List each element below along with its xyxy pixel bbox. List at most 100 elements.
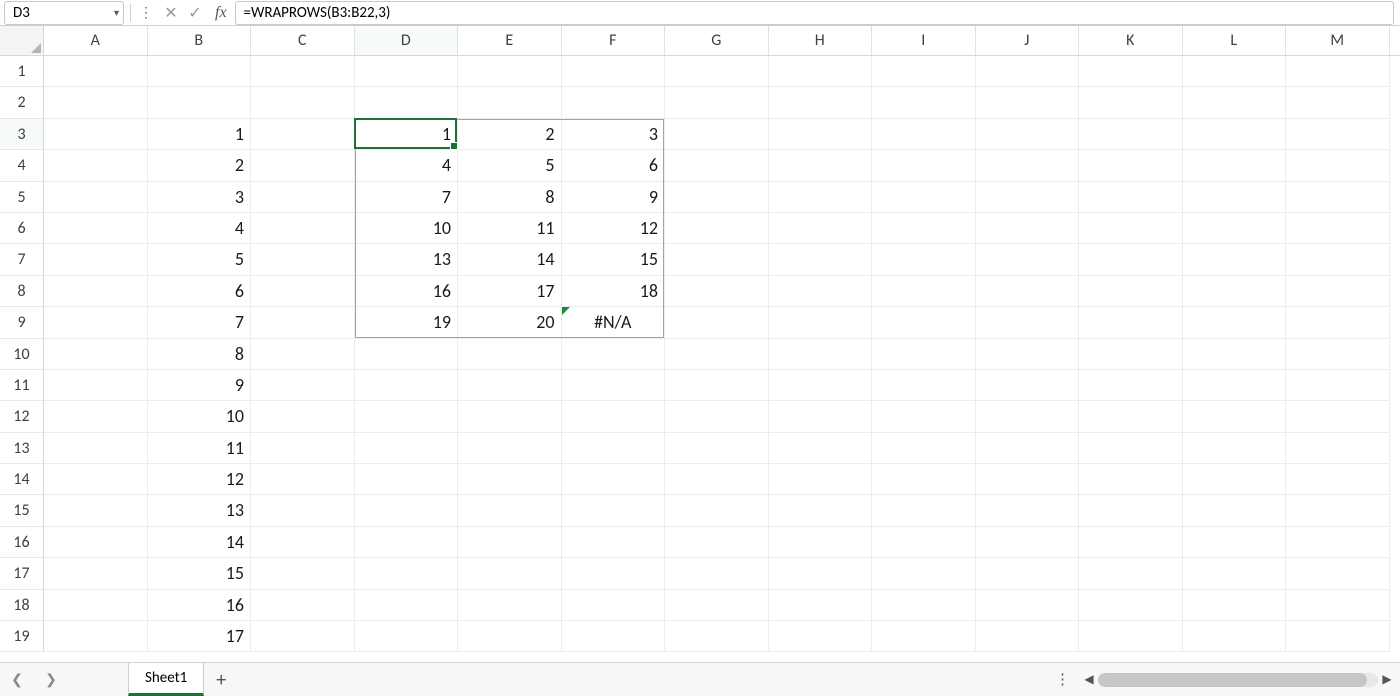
- cell[interactable]: 11: [458, 213, 562, 244]
- cell[interactable]: [665, 244, 769, 275]
- cell[interactable]: [872, 464, 976, 495]
- cell[interactable]: [976, 464, 1080, 495]
- cell[interactable]: [1079, 56, 1183, 87]
- cell[interactable]: [1286, 590, 1390, 621]
- row-header[interactable]: 14: [0, 464, 44, 495]
- cell[interactable]: [1286, 56, 1390, 87]
- cell[interactable]: [976, 621, 1080, 652]
- cell[interactable]: [769, 182, 873, 213]
- cell[interactable]: [976, 495, 1080, 526]
- cell[interactable]: 15: [148, 558, 252, 589]
- cell[interactable]: 13: [355, 244, 459, 275]
- cell[interactable]: [1079, 87, 1183, 118]
- cell[interactable]: [976, 119, 1080, 150]
- cell[interactable]: 3: [148, 182, 252, 213]
- cell[interactable]: 1: [148, 119, 252, 150]
- cell[interactable]: [1183, 464, 1287, 495]
- cell[interactable]: [251, 527, 355, 558]
- cell[interactable]: [976, 590, 1080, 621]
- cell[interactable]: [872, 276, 976, 307]
- cell[interactable]: [251, 370, 355, 401]
- cell[interactable]: 7: [355, 182, 459, 213]
- scroll-thumb[interactable]: [1098, 673, 1367, 687]
- cell[interactable]: [355, 558, 459, 589]
- cell[interactable]: [458, 621, 562, 652]
- cell[interactable]: [1286, 370, 1390, 401]
- cell[interactable]: [251, 464, 355, 495]
- cell[interactable]: 12: [148, 464, 252, 495]
- cell[interactable]: [44, 495, 148, 526]
- chevron-down-icon[interactable]: ▾: [114, 6, 119, 19]
- cell[interactable]: 2: [458, 119, 562, 150]
- cell[interactable]: [355, 433, 459, 464]
- cell[interactable]: [562, 401, 666, 432]
- cell[interactable]: 8: [148, 339, 252, 370]
- cell[interactable]: [44, 244, 148, 275]
- cell[interactable]: [665, 276, 769, 307]
- sheet-nav-prev[interactable]: ❮: [0, 663, 34, 696]
- cell[interactable]: [1183, 56, 1287, 87]
- cell[interactable]: [251, 558, 355, 589]
- column-header[interactable]: A: [44, 26, 148, 55]
- cell[interactable]: [1079, 339, 1183, 370]
- horizontal-scrollbar[interactable]: ◀ ▶: [1080, 663, 1400, 696]
- cell[interactable]: [1286, 119, 1390, 150]
- cell[interactable]: [1079, 182, 1183, 213]
- cell[interactable]: [1183, 182, 1287, 213]
- cell[interactable]: [872, 370, 976, 401]
- cell[interactable]: [769, 339, 873, 370]
- column-header[interactable]: J: [976, 26, 1080, 55]
- row-header[interactable]: 16: [0, 527, 44, 558]
- cell[interactable]: [458, 401, 562, 432]
- row-header[interactable]: 11: [0, 370, 44, 401]
- cell[interactable]: [1183, 213, 1287, 244]
- cell[interactable]: [458, 56, 562, 87]
- cell[interactable]: [562, 56, 666, 87]
- cell[interactable]: [665, 590, 769, 621]
- cell[interactable]: [769, 244, 873, 275]
- cell[interactable]: [251, 495, 355, 526]
- cell[interactable]: [665, 527, 769, 558]
- column-header[interactable]: D: [355, 26, 459, 55]
- cell[interactable]: [872, 182, 976, 213]
- cell[interactable]: [769, 370, 873, 401]
- cell[interactable]: [665, 87, 769, 118]
- cell[interactable]: [769, 495, 873, 526]
- formula-input[interactable]: [244, 4, 1385, 22]
- cell[interactable]: [665, 119, 769, 150]
- cell[interactable]: [872, 527, 976, 558]
- cell[interactable]: 10: [148, 401, 252, 432]
- cell[interactable]: [458, 339, 562, 370]
- cell[interactable]: 15: [562, 244, 666, 275]
- cell[interactable]: [562, 370, 666, 401]
- cell[interactable]: [355, 401, 459, 432]
- cell[interactable]: [769, 433, 873, 464]
- cell[interactable]: [1286, 307, 1390, 338]
- cell[interactable]: [872, 433, 976, 464]
- cell[interactable]: [1079, 433, 1183, 464]
- cell[interactable]: [769, 56, 873, 87]
- cell[interactable]: [458, 433, 562, 464]
- cell[interactable]: [1286, 621, 1390, 652]
- cell[interactable]: 1: [355, 119, 459, 150]
- cell[interactable]: [44, 621, 148, 652]
- cell[interactable]: [251, 182, 355, 213]
- cell[interactable]: [1286, 339, 1390, 370]
- cell[interactable]: [1079, 401, 1183, 432]
- cell[interactable]: [976, 276, 1080, 307]
- formula-input-wrap[interactable]: [235, 1, 1394, 25]
- add-sheet-button[interactable]: +: [204, 663, 238, 696]
- cell[interactable]: [355, 370, 459, 401]
- cell[interactable]: [44, 339, 148, 370]
- cell[interactable]: [1183, 307, 1287, 338]
- cell[interactable]: [1286, 433, 1390, 464]
- row-header[interactable]: 9: [0, 307, 44, 338]
- cell[interactable]: [562, 558, 666, 589]
- cell[interactable]: 12: [562, 213, 666, 244]
- cell[interactable]: [872, 401, 976, 432]
- cell[interactable]: 17: [148, 621, 252, 652]
- row-header[interactable]: 3: [0, 119, 44, 150]
- column-header[interactable]: C: [251, 26, 355, 55]
- cell[interactable]: [665, 56, 769, 87]
- row-header[interactable]: 8: [0, 276, 44, 307]
